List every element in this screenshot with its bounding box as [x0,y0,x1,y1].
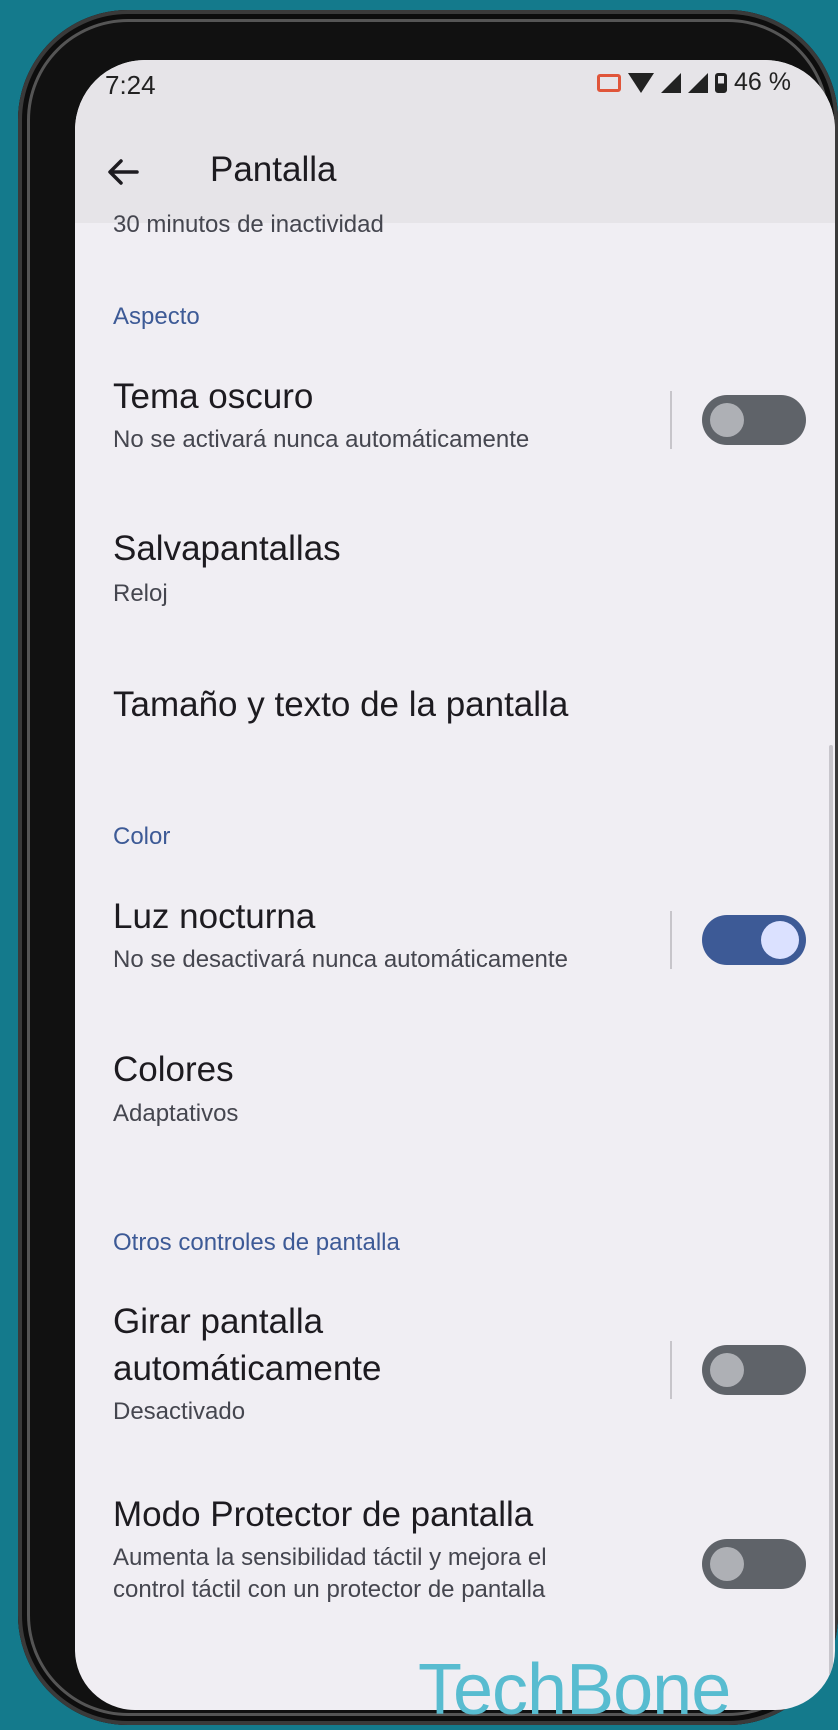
girar-pantalla-toggle[interactable] [702,1345,806,1395]
phone-frame: 7:24 46 % Pantalla 30 minutos de inactiv… [18,10,838,1725]
divider [670,1341,672,1399]
section-color: Color [113,823,171,850]
setting-title: Salvapantallas [113,529,341,568]
setting-subtitle: Adaptativos [113,1100,239,1127]
setting-title: Colores [113,1050,234,1089]
setting-title: Modo Protector de pantalla [113,1495,534,1534]
setting-title: Tema oscuro [113,377,314,416]
divider [670,911,672,969]
page-title: Pantalla [210,150,337,189]
back-arrow-icon[interactable] [103,152,143,192]
toggle-knob [761,921,799,959]
setting-subtitle-line1: Aumenta la sensibilidad táctil y mejora … [113,1544,547,1571]
setting-subtitle: Desactivado [113,1398,246,1425]
signal-icon [661,72,682,93]
status-time: 7:24 [105,70,156,100]
clipped-subtitle: 30 minutos de inactividad [113,211,384,238]
toggle-knob [710,1353,744,1387]
toggle-knob [710,1547,744,1581]
toggle-knob [710,403,744,437]
watermark-logo: TechBone [418,1650,731,1730]
setting-subtitle: No se activará nunca automáticamente [113,426,530,453]
wifi-icon [628,72,655,93]
setting-title: Luz nocturna [113,897,316,936]
scrollbar[interactable] [829,745,833,1675]
tema-oscuro-toggle[interactable] [702,395,806,445]
setting-subtitle-line2: control táctil con un protector de panta… [113,1576,546,1603]
setting-title-line1: Girar pantalla [113,1302,324,1341]
modo-protector-toggle[interactable] [702,1539,806,1589]
setting-title-line2: automáticamente [113,1349,382,1388]
setting-subtitle: Reloj [113,580,168,607]
setting-title: Tamaño y texto de la pantalla [113,685,569,724]
screen: 7:24 46 % Pantalla 30 minutos de inactiv… [75,60,835,1710]
battery-level: 46 % [734,68,791,96]
status-icons: 46 % [597,68,791,97]
battery-icon [715,72,728,93]
section-otros-controles: Otros controles de pantalla [113,1229,400,1256]
cast-icon [597,73,622,92]
app-bar: 7:24 46 % Pantalla [75,60,835,223]
signal-roaming-icon [688,72,709,93]
setting-subtitle: No se desactivará nunca automáticamente [113,946,568,973]
luz-nocturna-toggle[interactable] [702,915,806,965]
section-aspecto: Aspecto [113,303,200,330]
divider [670,391,672,449]
